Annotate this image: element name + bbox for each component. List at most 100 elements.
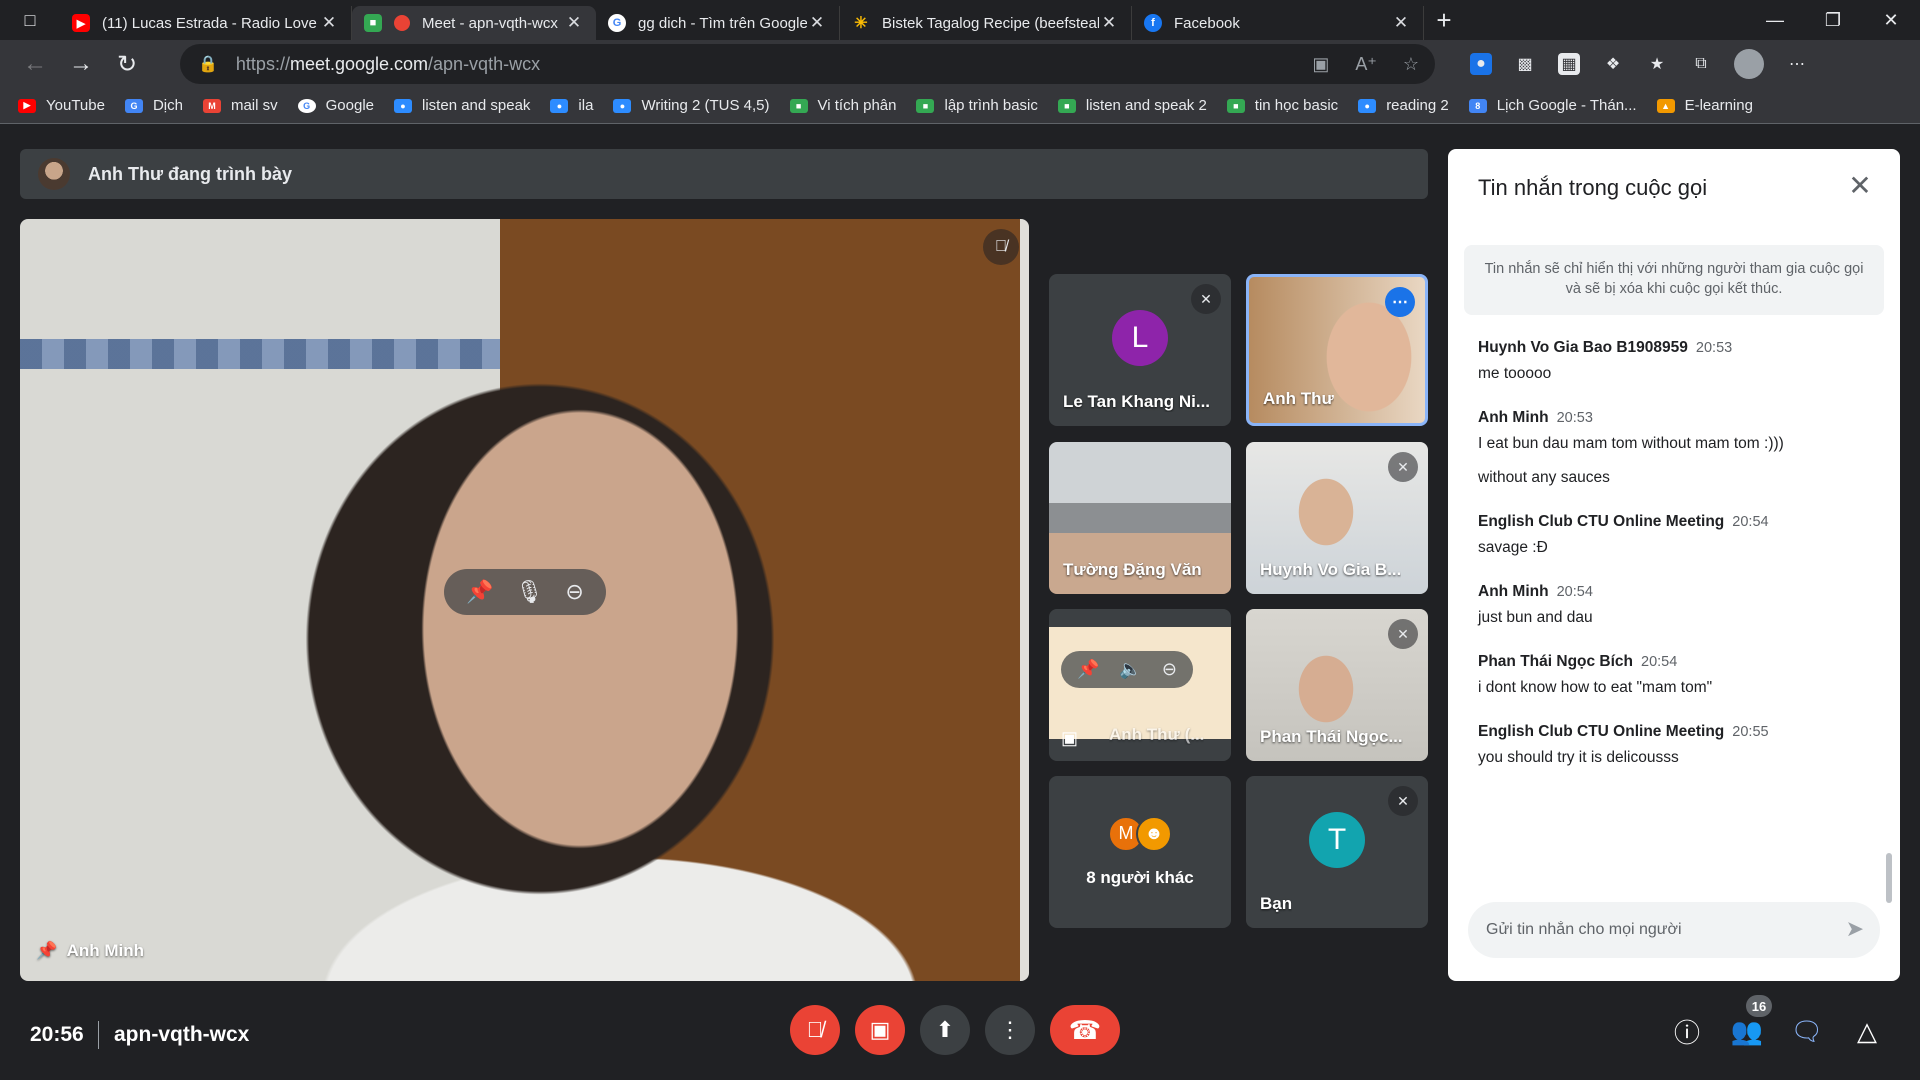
calendar-icon: 8: [1468, 98, 1487, 113]
bookmark-mail[interactable]: Mmail sv: [202, 97, 278, 114]
participant-tile[interactable]: ✕ Phan Thái Ngọc...: [1246, 609, 1428, 761]
chat-icon[interactable]: 🗨: [1787, 1011, 1827, 1051]
wall-tiles: [20, 339, 500, 369]
participant-tile[interactable]: Tường Đặng Văn: [1049, 442, 1231, 594]
close-icon[interactable]: ✕: [1842, 167, 1878, 203]
self-tile[interactable]: ✕ T Bạn: [1246, 776, 1428, 928]
chat-input-box[interactable]: ➤: [1468, 902, 1880, 958]
tab-bistek-recipe[interactable]: ✳ Bistek Tagalog Recipe (beefsteak ✕: [840, 6, 1132, 40]
more-options-button[interactable]: ⋮: [985, 1005, 1035, 1055]
translate-icon: G: [124, 98, 143, 113]
chat-message-input[interactable]: [1486, 921, 1826, 939]
message-list: Huynh Vo Gia Bao B1908959 20:53 me tooooo…: [1478, 339, 1878, 793]
youtube-icon: ▶: [72, 14, 90, 32]
close-window-icon[interactable]: ✕: [1862, 0, 1920, 40]
url-text[interactable]: https://meet.google.com/apn-vqth-wcx: [236, 54, 540, 75]
close-tab-icon[interactable]: ✕: [1391, 13, 1411, 33]
tab-facebook[interactable]: f Facebook ✕: [1132, 6, 1424, 40]
people-icon[interactable]: 👥: [1727, 1011, 1767, 1051]
facebook-icon: f: [1144, 14, 1162, 32]
reload-icon[interactable]: ↻: [104, 40, 150, 88]
chat-message: English Club CTU Online Meeting 20:55 you…: [1478, 723, 1769, 766]
activities-icon[interactable]: △: [1847, 1011, 1887, 1051]
bookmark-vi-tich-phan[interactable]: ■ Vi tích phân: [789, 97, 896, 114]
bookmark-listen-speak-2[interactable]: ■ listen and speak 2: [1057, 97, 1207, 114]
meeting-code: apn-vqth-wcx: [114, 1023, 250, 1046]
window-controls: — ❐ ✕: [1746, 0, 1920, 40]
meet-icon: ■: [1057, 98, 1076, 113]
address-bar[interactable]: 🔒 https://meet.google.com/apn-vqth-wcx ▣…: [180, 44, 1435, 84]
remove-icon[interactable]: ⊖: [1162, 659, 1177, 680]
mic-off-button[interactable]: 🎙̸: [790, 1005, 840, 1055]
tab-google-search[interactable]: G gg dich - Tìm trên Google ✕: [596, 6, 840, 40]
close-tab-icon[interactable]: ✕: [807, 13, 827, 33]
camera-off-button[interactable]: ▣: [855, 1005, 905, 1055]
bookmark-google[interactable]: G Google: [297, 97, 374, 114]
hang-up-icon: ☎: [1068, 1014, 1102, 1045]
bookmark-youtube[interactable]: ▶ YouTube: [18, 97, 105, 114]
bookmark-lich[interactable]: 8 Lịch Google - Thán...: [1468, 97, 1637, 114]
chat-title: Tin nhắn trong cuộc gọi: [1478, 175, 1708, 200]
send-icon[interactable]: ➤: [1846, 916, 1864, 942]
bookmark-listen-speak[interactable]: ● listen and speak: [394, 97, 530, 114]
grid-extension-icon[interactable]: ▦: [1558, 53, 1580, 75]
new-tab-button[interactable]: +: [1424, 0, 1464, 40]
browser-toolbar: ← → ↻ 🔒 https://meet.google.com/apn-vqth…: [0, 40, 1920, 88]
bookmark-ila[interactable]: ● ila: [550, 97, 593, 114]
tab-youtube[interactable]: ▶ (11) Lucas Estrada - Radio Love ( ✕: [60, 6, 352, 40]
meet-icon: ■: [1226, 98, 1245, 113]
address-bar-actions: ▣ A⁺ ☆: [1312, 44, 1419, 84]
participant-tile-active-speaker[interactable]: ⋯ Anh Thư: [1246, 274, 1428, 426]
bookmark-writing[interactable]: ● Writing 2 (TUS 4,5): [613, 97, 770, 114]
meeting-details-icon[interactable]: ⓘ: [1667, 1011, 1707, 1051]
favorites-icon[interactable]: ★: [1646, 53, 1668, 75]
bookmark-lap-trinh[interactable]: ■ lập trình basic: [916, 97, 1038, 114]
collections-extension-icon[interactable]: ▩: [1514, 53, 1536, 75]
chat-notice: Tin nhắn sẽ chỉ hiển thị với những người…: [1464, 245, 1884, 315]
back-icon[interactable]: ←: [12, 40, 58, 88]
gmail-icon: M: [202, 98, 221, 113]
main-video-tile[interactable]: 🎙̸ 📌 🎙 ⊖ 📌 Anh Minh: [20, 219, 1029, 981]
tab-meet[interactable]: ■ Meet - apn-vqth-wcx ✕: [352, 6, 596, 40]
muted-mic-icon: ✕: [1388, 619, 1418, 649]
volume-icon[interactable]: 🔈: [1119, 659, 1141, 680]
unpin-icon[interactable]: 📌: [466, 579, 493, 605]
remove-icon[interactable]: ⊖: [565, 579, 583, 605]
profile-avatar[interactable]: [1734, 49, 1764, 79]
close-tab-icon[interactable]: ✕: [319, 13, 339, 33]
presentation-tile[interactable]: 📌 🔈 ⊖ Anh Thư (... ▣: [1049, 609, 1231, 761]
chat-scrollbar[interactable]: [1886, 853, 1892, 903]
bookmark-tin-hoc[interactable]: ■ tin học basic: [1226, 97, 1338, 114]
others-tile[interactable]: M ☻ 8 người khác: [1049, 776, 1231, 928]
bookmark-elearning[interactable]: ▲ E-learning: [1656, 97, 1753, 114]
present-button[interactable]: ⬆: [920, 1005, 970, 1055]
camera-in-use-icon[interactable]: ▣: [1312, 54, 1329, 75]
close-tab-icon[interactable]: ✕: [1099, 13, 1119, 33]
mute-participant-icon[interactable]: 🎙: [515, 579, 543, 605]
lock-icon[interactable]: 🔒: [198, 54, 218, 74]
participant-tile[interactable]: ✕ L Le Tan Khang Ni...: [1049, 274, 1231, 426]
minimize-icon[interactable]: —: [1746, 0, 1804, 40]
tile-hover-controls: 📌 🔈 ⊖: [1061, 651, 1193, 688]
meet-icon: ■: [364, 14, 382, 32]
forward-icon[interactable]: →: [58, 40, 104, 88]
more-options-icon[interactable]: ⋯: [1385, 287, 1415, 317]
self-avatar: T: [1309, 811, 1365, 868]
collections-icon[interactable]: ⧉: [1690, 53, 1712, 75]
camera-off-icon: ▣: [869, 1017, 891, 1042]
drop-extension-icon[interactable]: ●: [1470, 53, 1492, 75]
leave-call-button[interactable]: ☎: [1050, 1005, 1120, 1055]
extensions-puzzle-icon[interactable]: ❖: [1602, 53, 1624, 75]
bookmark-dich[interactable]: G Dịch: [124, 97, 183, 114]
presenter-banner[interactable]: Anh Thư đang trình bày: [20, 149, 1428, 199]
tab-actions-icon[interactable]: □: [0, 0, 60, 40]
more-menu-icon[interactable]: ⋯: [1786, 53, 1808, 75]
close-tab-icon[interactable]: ✕: [564, 13, 584, 33]
read-aloud-icon[interactable]: A⁺: [1355, 54, 1377, 75]
participant-tile[interactable]: ✕ Huynh Vo Gia B...: [1246, 442, 1428, 594]
bookmark-reading[interactable]: ● reading 2: [1358, 97, 1449, 114]
pin-icon[interactable]: 📌: [1077, 659, 1099, 680]
add-favorite-icon[interactable]: ☆: [1403, 54, 1419, 75]
muted-mic-icon: ✕: [1388, 786, 1418, 816]
restore-icon[interactable]: ❐: [1804, 0, 1862, 40]
